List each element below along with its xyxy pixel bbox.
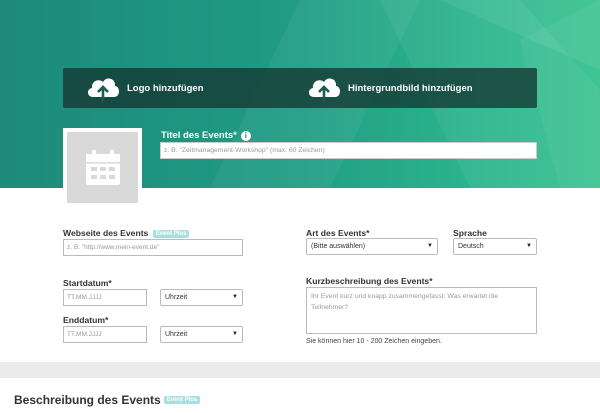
event-title-label-text: Titel des Events* — [161, 130, 237, 141]
event-title-label: Titel des Events* i — [161, 130, 251, 141]
cloud-upload-icon — [87, 78, 119, 102]
start-date-placeholder: TT.MM.JJJJ — [67, 294, 102, 301]
short-description-textarea[interactable]: Ihr Event kurz und knapp zusammengefasst… — [306, 287, 537, 334]
language-value: Deutsch — [458, 243, 484, 250]
cloud-upload-icon — [308, 78, 340, 102]
chevron-down-icon: ▼ — [232, 294, 238, 300]
calendar-icon — [85, 149, 120, 185]
add-logo-label: Logo hinzufügen — [127, 82, 204, 94]
chevron-down-icon: ▼ — [526, 243, 532, 249]
description-section-title-text: Beschreibung des Events — [14, 393, 161, 407]
event-title-placeholder: z. B. "Zeitmanagement-Workshop" (max. 60… — [164, 147, 325, 154]
language-label: Sprache — [453, 228, 487, 238]
website-input[interactable]: z. B. "http://www.mein-event.de" — [63, 239, 243, 256]
section-divider — [0, 362, 600, 378]
add-logo-button[interactable]: Logo hinzufügen — [85, 68, 204, 108]
end-date-label: Enddatum* — [63, 315, 109, 325]
upload-bar: Logo hinzufügen Hintergrundbild hinzufüg… — [63, 68, 537, 108]
end-time-select[interactable]: Uhrzeit ▼ — [160, 326, 243, 343]
event-image-placeholder[interactable] — [63, 128, 142, 207]
end-date-input[interactable]: TT.MM.JJJJ — [63, 326, 147, 343]
website-label: Webseite des Events Event Plus — [63, 228, 190, 238]
event-plus-badge: Event Plus — [152, 230, 190, 238]
event-title-input[interactable]: z. B. "Zeitmanagement-Workshop" (max. 60… — [160, 142, 537, 159]
description-section-title: Beschreibung des Events Event Plus — [14, 393, 201, 407]
event-type-select[interactable]: (Bitte auswählen) ▼ — [306, 238, 438, 255]
language-select[interactable]: Deutsch ▼ — [453, 238, 537, 255]
event-type-label: Art des Events* — [306, 228, 370, 238]
info-icon[interactable]: i — [240, 130, 251, 141]
end-date-placeholder: TT.MM.JJJJ — [67, 331, 102, 338]
event-plus-badge: Event Plus — [163, 396, 201, 404]
start-time-select[interactable]: Uhrzeit ▼ — [160, 289, 243, 306]
add-background-button[interactable]: Hintergrundbild hinzufügen — [306, 68, 473, 108]
start-date-label: Startdatum* — [63, 278, 112, 288]
start-time-value: Uhrzeit — [165, 294, 188, 301]
start-date-input[interactable]: TT.MM.JJJJ — [63, 289, 147, 306]
short-description-placeholder: Ihr Event kurz und knapp zusammengefasst… — [311, 293, 499, 311]
website-placeholder: z. B. "http://www.mein-event.de" — [67, 244, 160, 251]
short-description-hint: Sie können hier 10 - 200 Zeichen eingebe… — [306, 338, 442, 345]
chevron-down-icon: ▼ — [427, 243, 433, 249]
website-label-text: Webseite des Events — [63, 228, 149, 238]
add-background-label: Hintergrundbild hinzufügen — [348, 82, 473, 94]
chevron-down-icon: ▼ — [232, 331, 238, 337]
short-description-label: Kurzbeschreibung des Events* — [306, 276, 433, 286]
event-type-value: (Bitte auswählen) — [311, 243, 366, 250]
end-time-value: Uhrzeit — [165, 331, 188, 338]
